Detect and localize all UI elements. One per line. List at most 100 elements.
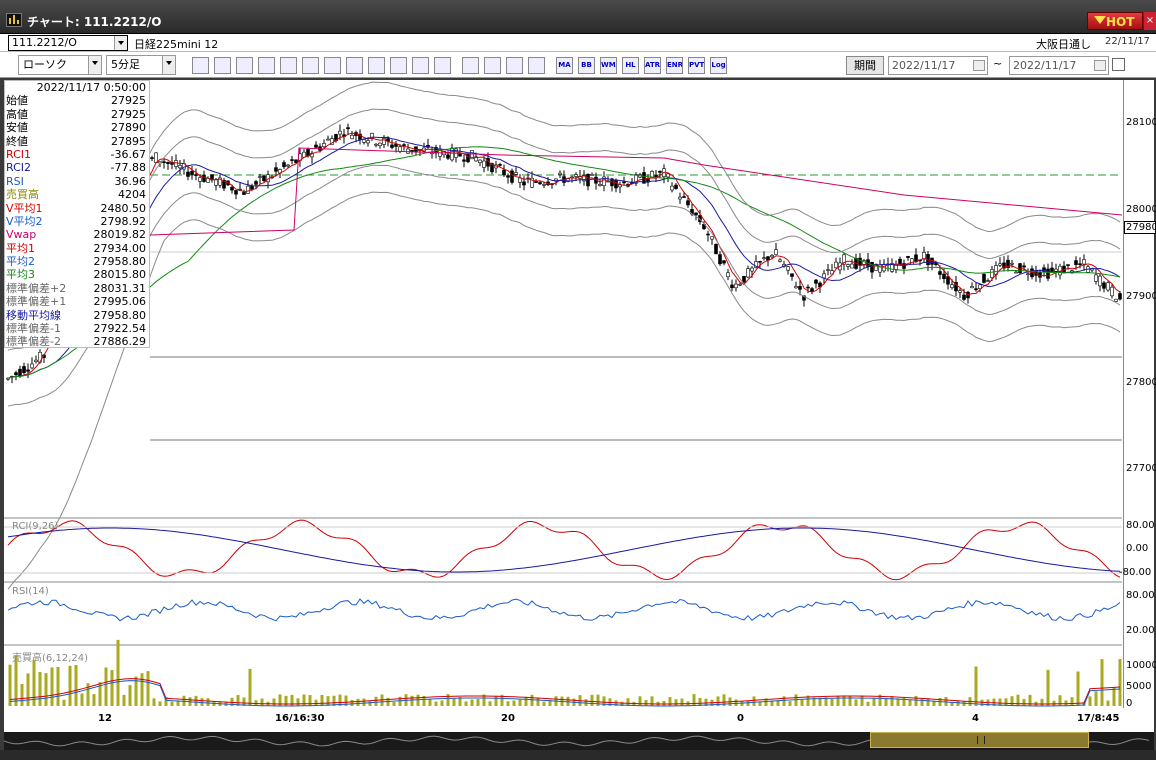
crosshair-icon[interactable] bbox=[214, 57, 231, 74]
zoom-icon[interactable] bbox=[192, 57, 209, 74]
candle-body bbox=[374, 143, 378, 146]
chevron-down-icon[interactable] bbox=[162, 56, 175, 74]
price-chart[interactable] bbox=[4, 80, 1154, 708]
volume-bar bbox=[842, 695, 846, 706]
indicator-button-log[interactable]: Log bbox=[710, 57, 727, 74]
volume-bar bbox=[974, 666, 978, 706]
info-value: 36.96 bbox=[114, 174, 147, 188]
info-label: V平均2 bbox=[6, 214, 43, 228]
instrument-code-select[interactable]: 111.2212/O bbox=[8, 35, 128, 51]
color-icon[interactable] bbox=[506, 57, 523, 74]
trend-icon[interactable] bbox=[236, 57, 253, 74]
all-icon[interactable] bbox=[434, 57, 451, 74]
info-label: Vwap bbox=[6, 228, 37, 242]
period-button[interactable]: 期間 bbox=[846, 56, 884, 75]
calendar-icon[interactable] bbox=[973, 60, 985, 71]
candle-body bbox=[274, 167, 278, 172]
grip-icon[interactable] bbox=[977, 736, 985, 744]
chevron-down-icon[interactable] bbox=[88, 56, 101, 74]
search-icon[interactable] bbox=[258, 57, 275, 74]
chart-area[interactable] bbox=[4, 80, 1154, 708]
paint-icon[interactable] bbox=[484, 57, 501, 74]
period-checkbox[interactable] bbox=[1112, 58, 1125, 71]
info-value: 27958.80 bbox=[93, 308, 147, 322]
interval-select[interactable]: 5分足 bbox=[106, 55, 176, 75]
indicator-button-wma[interactable]: WMA bbox=[600, 57, 617, 74]
candle-body bbox=[974, 288, 978, 291]
volume-bar bbox=[92, 694, 96, 706]
indicator-button-ma[interactable]: MA bbox=[556, 57, 573, 74]
volume-bar bbox=[260, 698, 264, 706]
chart-type-select[interactable]: ローソク bbox=[18, 55, 102, 75]
indicator-button-label: BB bbox=[581, 61, 592, 69]
indicator-button-bb[interactable]: BB bbox=[578, 57, 595, 74]
grid-icon[interactable] bbox=[528, 57, 545, 74]
info-label: RCI2 bbox=[6, 161, 32, 175]
instrument-code: 111.2212/O bbox=[12, 36, 77, 49]
candle-body bbox=[22, 366, 26, 373]
undo-icon[interactable] bbox=[368, 57, 385, 74]
candle-icon[interactable] bbox=[390, 57, 407, 74]
info-label: 始値 bbox=[6, 94, 28, 108]
pen-icon[interactable] bbox=[324, 57, 341, 74]
ma1-line bbox=[7, 132, 1121, 379]
volume-bar bbox=[1106, 700, 1110, 706]
price-axis bbox=[1123, 80, 1154, 708]
candle-body bbox=[714, 243, 718, 255]
candle-body bbox=[174, 160, 178, 167]
info-row: V平均2 2798.92 bbox=[5, 215, 149, 228]
candle-body bbox=[242, 192, 246, 195]
candle-body bbox=[502, 169, 506, 175]
volume-bar bbox=[590, 694, 594, 706]
bar-icon[interactable] bbox=[412, 57, 429, 74]
settings-icon[interactable] bbox=[462, 57, 479, 74]
candle-body bbox=[718, 254, 722, 265]
indicator-button-pvt[interactable]: PVT bbox=[688, 57, 705, 74]
info-label: 標準偏差+2 bbox=[6, 281, 67, 295]
candle-body bbox=[166, 162, 170, 164]
volume-bar bbox=[530, 694, 534, 706]
info-label: 標準偏差+1 bbox=[6, 295, 67, 309]
volume-bar bbox=[854, 699, 858, 706]
volume-bar bbox=[512, 700, 516, 706]
chevron-down-icon[interactable] bbox=[114, 36, 127, 50]
candle-body bbox=[798, 286, 802, 290]
volume-bar bbox=[788, 701, 792, 706]
volume-bar bbox=[866, 701, 870, 706]
date-from-input[interactable]: 2022/11/17 bbox=[888, 56, 988, 75]
candle-body bbox=[178, 165, 182, 169]
volume-bar bbox=[908, 699, 912, 706]
candle-body bbox=[322, 143, 326, 148]
info-value: 28019.82 bbox=[93, 228, 147, 242]
candle-body bbox=[1094, 274, 1098, 282]
volume-bar bbox=[674, 699, 678, 706]
close-button[interactable]: × bbox=[1144, 12, 1156, 30]
info-label: RSI bbox=[6, 174, 24, 188]
candle-body bbox=[246, 185, 250, 194]
rsi-line bbox=[7, 598, 1121, 622]
indicator-button-hl[interactable]: HL bbox=[622, 57, 639, 74]
indicator-button-label: PVT bbox=[689, 61, 705, 69]
indicator-button-enra[interactable]: ENRA bbox=[666, 57, 683, 74]
clear-icon[interactable] bbox=[302, 57, 319, 74]
volume-bar bbox=[488, 701, 492, 706]
compare-icon[interactable] bbox=[280, 57, 297, 74]
pointer-icon[interactable] bbox=[346, 57, 363, 74]
candle-body bbox=[922, 252, 926, 260]
volume-bar bbox=[956, 700, 960, 706]
candle-body bbox=[694, 212, 698, 216]
candle-body bbox=[1010, 262, 1014, 265]
info-value: 2480.50 bbox=[100, 201, 147, 215]
volume-bar bbox=[680, 698, 684, 706]
candle-body bbox=[26, 369, 30, 372]
volume-bar bbox=[884, 698, 888, 706]
indicator-button-label: Log bbox=[711, 61, 726, 69]
info-row: 平均2 27958.80 bbox=[5, 255, 149, 268]
calendar-icon[interactable] bbox=[1094, 60, 1106, 71]
price-tick: 27700 bbox=[1126, 463, 1156, 474]
candle-body bbox=[446, 154, 450, 159]
candle-body bbox=[462, 159, 466, 162]
date-to-input[interactable]: 2022/11/17 bbox=[1009, 56, 1109, 75]
indicator-button-atr[interactable]: ATR bbox=[644, 57, 661, 74]
candle-body bbox=[402, 144, 406, 146]
